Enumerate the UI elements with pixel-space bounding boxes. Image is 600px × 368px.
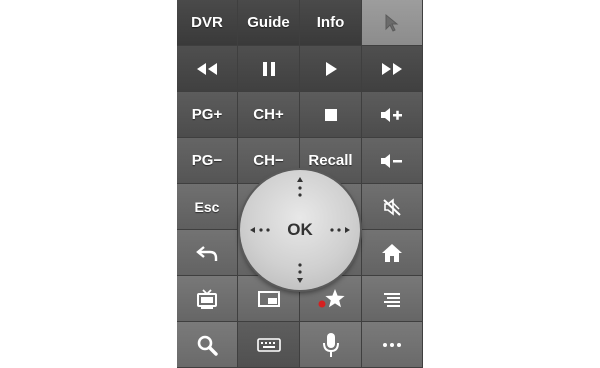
more-options-button[interactable]	[362, 322, 423, 368]
keyboard-button[interactable]	[238, 322, 300, 368]
picture-in-picture-icon	[257, 290, 281, 308]
rewind-icon	[194, 61, 220, 77]
search-button[interactable]	[177, 322, 238, 368]
more-dots-icon	[382, 342, 402, 348]
menu-lines-icon	[382, 291, 402, 307]
volume-up-button[interactable]	[362, 92, 423, 138]
down-arrow-icon	[296, 259, 304, 285]
stop-button[interactable]	[300, 92, 362, 138]
home-icon	[381, 243, 403, 263]
dpad-down-button[interactable]	[290, 258, 310, 286]
channel-up-label: CH+	[253, 106, 284, 123]
channel-up-button[interactable]: CH+	[238, 92, 300, 138]
cursor-arrow-icon	[382, 13, 402, 33]
dvr-button[interactable]: DVR	[177, 0, 238, 46]
dpad-up-button[interactable]	[290, 174, 310, 202]
fast-forward-button[interactable]	[362, 46, 423, 92]
escape-label: Esc	[194, 198, 220, 215]
up-arrow-icon	[296, 175, 304, 201]
play-button[interactable]	[300, 46, 362, 92]
info-label: Info	[316, 14, 345, 31]
live-tv-button[interactable]	[177, 276, 238, 322]
stop-icon	[324, 108, 338, 122]
fast-forward-icon	[379, 61, 405, 77]
volume-down-button[interactable]	[362, 138, 423, 184]
left-arrow-icon	[248, 226, 274, 234]
dvr-label: DVR	[191, 14, 223, 31]
recall-label: Recall	[308, 152, 353, 169]
voice-input-button[interactable]	[300, 322, 362, 368]
rewind-button[interactable]	[177, 46, 238, 92]
volume-up-icon	[379, 106, 405, 124]
star-icon	[314, 287, 348, 311]
guide-label: Guide	[247, 14, 290, 31]
keyboard-icon	[256, 337, 281, 353]
escape-button[interactable]: Esc	[177, 184, 238, 230]
tv-icon	[196, 288, 218, 310]
guide-button[interactable]: Guide	[238, 0, 300, 46]
info-button[interactable]: Info	[300, 0, 362, 46]
dpad-left-button[interactable]	[246, 220, 276, 240]
remote-control-panel: DVR Guide Info PG+ CH+ PG− CH− Recall Es…	[177, 0, 423, 368]
back-button[interactable]	[177, 230, 238, 276]
page-down-label: PG−	[191, 152, 223, 169]
record-dot	[318, 300, 325, 307]
page-up-label: PG+	[191, 106, 223, 123]
pause-icon	[262, 61, 276, 77]
ok-label: OK	[287, 220, 313, 239]
dpad-right-button[interactable]	[324, 220, 354, 240]
page-up-button[interactable]: PG+	[177, 92, 238, 138]
mute-button[interactable]	[362, 184, 423, 230]
page-down-button[interactable]: PG−	[177, 138, 238, 184]
channel-down-label: CH−	[253, 152, 284, 169]
pointer-mode-button[interactable]	[362, 0, 423, 46]
back-arrow-icon	[196, 244, 218, 262]
right-arrow-icon	[326, 226, 352, 234]
microphone-icon	[322, 332, 340, 358]
play-icon	[323, 61, 339, 77]
menu-button[interactable]	[362, 276, 423, 322]
search-icon	[196, 334, 218, 356]
pause-button[interactable]	[238, 46, 300, 92]
mute-icon	[381, 197, 403, 217]
home-button[interactable]	[362, 230, 423, 276]
directional-pad: OK	[240, 170, 360, 290]
volume-down-icon	[379, 152, 405, 170]
